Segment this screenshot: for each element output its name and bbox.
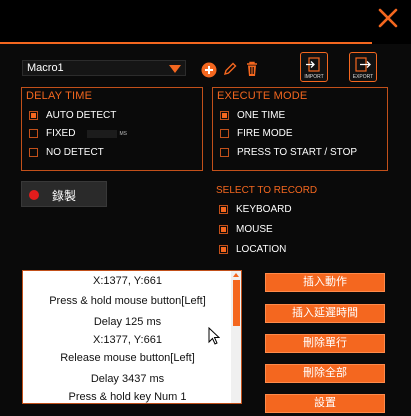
list-item[interactable]: Press & hold mouse button[Left] [23,295,232,307]
delay-fixed-label: FIXED [46,128,76,139]
insert-action-button[interactable]: 插入動作 [265,273,385,292]
record-mouse-option[interactable]: MOUSE [219,224,273,235]
add-icon[interactable] [201,62,217,78]
delay-auto-detect-option[interactable]: AUTO DETECT [29,110,116,121]
list-item[interactable]: X:1377, Y:661 [23,334,232,346]
delete-row-button[interactable]: 刪除單行 [265,334,385,353]
title-bar [0,0,411,44]
execute-fire-mode-label: FIRE MODE [237,128,293,139]
export-icon [355,57,371,72]
execute-press-toggle-checkbox[interactable] [220,148,229,157]
execute-one-time-option[interactable]: ONE TIME [220,110,285,121]
list-item[interactable]: Delay 3437 ms [23,373,232,385]
execute-one-time-checkbox[interactable] [220,111,229,120]
scrollbar-thumb[interactable] [233,280,240,326]
import-button[interactable]: IMPORT [300,52,328,82]
record-keyboard-checkbox[interactable] [219,205,228,214]
record-location-checkbox[interactable] [219,245,228,254]
trash-icon[interactable] [244,61,260,77]
close-icon[interactable] [376,6,400,30]
list-item[interactable]: X:1377, Y:661 [23,275,232,287]
select-to-record-title: SELECT TO RECORD [216,185,318,196]
export-label: EXPORT [352,74,374,80]
macro-dropdown[interactable]: Macro1 [22,60,186,76]
export-button[interactable]: EXPORT [349,52,377,82]
record-keyboard-label: KEYBOARD [236,204,292,215]
delay-time-title: DELAY TIME [26,90,93,102]
delay-fixed-checkbox[interactable] [29,129,38,138]
delay-auto-detect-label: AUTO DETECT [46,110,117,121]
record-button[interactable]: 錄製 [21,181,107,207]
macro-editor-window: Macro1 IMPORT EXPORT DELAY TIME AUTO DET… [0,0,411,416]
record-location-label: LOCATION [236,244,287,255]
chevron-down-icon [169,65,181,73]
delete-all-button[interactable]: 刪除全部 [265,364,385,383]
fixed-delay-input[interactable] [87,129,118,138]
record-label: 錄製 [52,189,77,203]
execute-fire-mode-checkbox[interactable] [220,129,229,138]
execute-fire-mode-option[interactable]: FIRE MODE [220,128,293,139]
record-location-option[interactable]: LOCATION [219,244,286,255]
insert-delay-button[interactable]: 插入延遲時間 [265,304,385,323]
list-item[interactable]: Press & hold key Num 1 [23,391,232,403]
delay-auto-detect-checkbox[interactable] [29,111,38,120]
import-label: IMPORT [304,74,324,80]
list-scrollbar[interactable] [231,271,241,403]
scroll-up-arrow-icon[interactable] [233,273,239,277]
macro-dropdown-value: Macro1 [27,62,64,74]
execute-mode-title: EXECUTE MODE [217,90,308,102]
record-dot-icon [29,190,39,200]
delay-no-detect-label: NO DETECT [46,147,104,158]
record-mouse-checkbox[interactable] [219,225,228,234]
execute-one-time-label: ONE TIME [237,110,286,121]
execute-press-toggle-option[interactable]: PRESS TO START / STOP [220,147,357,158]
fixed-delay-unit: MS [119,130,127,137]
record-mouse-label: MOUSE [236,224,273,235]
delay-no-detect-checkbox[interactable] [29,148,38,157]
delay-fixed-option[interactable]: FIXED MS [29,128,127,139]
import-icon [306,57,320,72]
record-keyboard-option[interactable]: KEYBOARD [219,204,292,215]
execute-press-toggle-label: PRESS TO START / STOP [237,147,358,158]
title-bar-panel [0,0,372,44]
mouse-cursor-icon [208,327,220,345]
edit-pencil-icon[interactable] [222,61,238,77]
settings-button[interactable]: 設置 [265,394,385,413]
list-item[interactable]: Release mouse button[Left] [23,352,232,364]
list-item[interactable]: Delay 125 ms [23,316,232,328]
delay-no-detect-option[interactable]: NO DETECT [29,147,104,158]
